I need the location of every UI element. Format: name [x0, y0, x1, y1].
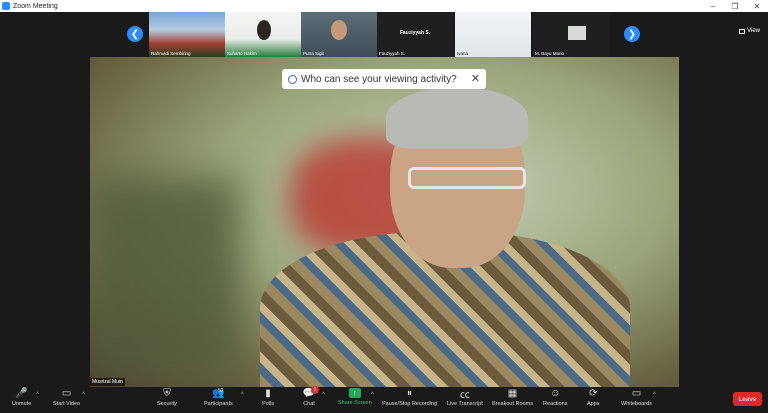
participant-strip: ❮ Rahmadi Sembiring Suharto Hakim Putra … [0, 12, 768, 57]
whiteboard-icon: ▭ [631, 388, 642, 399]
participant-thumbnail[interactable]: Rahmadi Sembiring [149, 12, 225, 57]
chevron-up-icon[interactable]: ^ [653, 392, 656, 398]
grid-icon: ▦ [507, 388, 518, 399]
participant-name: Rahmadi Sembiring [151, 51, 191, 56]
chat-unread-badge: 1 [311, 386, 319, 394]
minimize-button[interactable]: – [702, 0, 724, 12]
breakout-rooms-button[interactable]: ▦ Breakout Rooms [492, 388, 533, 407]
apps-button[interactable]: ⟳ Apps [587, 388, 600, 407]
polls-button[interactable]: ▮ Polls [262, 388, 274, 407]
speaker-hair [386, 87, 528, 149]
participant-name: Ivana [457, 51, 469, 56]
participant-thumbnail[interactable]: Putra Sigit [301, 12, 377, 57]
chevron-up-icon[interactable]: ^ [371, 392, 374, 398]
participant-name: Putra Sigit [303, 51, 324, 56]
participant-video [257, 20, 271, 40]
avatar [568, 26, 586, 40]
pause-stop-icon: ⏸ [407, 388, 413, 399]
close-icon[interactable]: ✕ [471, 72, 480, 85]
chevron-up-icon[interactable]: ^ [241, 392, 244, 398]
speaker-glasses [408, 167, 526, 189]
window-controls: – ❐ ✕ [702, 0, 768, 12]
participant-video [331, 20, 347, 40]
chevron-up-icon[interactable]: ^ [82, 392, 85, 398]
start-video-button[interactable]: ▭ Start Video [53, 388, 80, 407]
view-button[interactable]: View [739, 28, 760, 34]
recording-button[interactable]: ⏸ Pause/Stop Recording [382, 388, 437, 407]
participants-button[interactable]: 👥 52 Participants [204, 388, 233, 407]
security-button[interactable]: ⛨ Security [157, 388, 177, 407]
shield-icon: ⛨ [163, 388, 171, 399]
chat-button[interactable]: 💬 1 Chat [303, 386, 319, 407]
grid-icon [739, 28, 746, 34]
speaker-name-tag: Musrizal Muin [90, 378, 125, 386]
apps-icon: ⟳ [589, 388, 598, 399]
active-speaker-video [90, 57, 679, 387]
whiteboards-button[interactable]: ▭ Whiteboards [621, 388, 652, 407]
participant-name: M. Bayu Mario [535, 51, 565, 56]
close-window-button[interactable]: ✕ [746, 0, 768, 12]
participant-display-name: Fauziyyah S. [399, 30, 431, 36]
video-off-icon: ▭ [61, 388, 72, 399]
muted-microphone-icon: 🎤 [15, 388, 28, 399]
participant-name: Fauziyyah S. [379, 51, 406, 56]
participant-thumbnail[interactable]: M. Bayu Mario [533, 12, 609, 57]
smiley-icon: ☺ [550, 388, 561, 399]
leave-button[interactable]: Leave [733, 392, 762, 406]
meeting-toolbar: 🎤 Unmute ^ ▭ Start Video ^ ⛨ Security 👥 … [0, 386, 768, 413]
reactions-button[interactable]: ☺ Reactions [543, 388, 567, 407]
share-arrow-icon: ↑ [348, 388, 361, 398]
participant-thumbnail[interactable]: Ivana [455, 12, 531, 57]
share-screen-button[interactable]: ↑ Share Screen [338, 388, 372, 406]
viewing-activity-notice[interactable]: Who can see your viewing activity? ✕ [282, 69, 486, 89]
closed-caption-icon: ㏄ [459, 390, 470, 401]
chevron-up-icon[interactable]: ^ [36, 392, 39, 398]
chevron-left-icon[interactable]: ❮ [127, 26, 143, 42]
participant-thumbnail[interactable]: Fauziyyah S. Fauziyyah S. [377, 12, 453, 57]
maximize-button[interactable]: ❐ [724, 0, 746, 12]
title-bar: Zoom Meeting – ❐ ✕ [0, 0, 768, 12]
chevron-up-icon[interactable]: ^ [322, 392, 325, 398]
person-icon [288, 74, 297, 84]
view-label: View [747, 28, 760, 34]
viewing-activity-text: Who can see your viewing activity? [301, 73, 457, 85]
window-title: Zoom Meeting [13, 2, 58, 10]
chevron-right-icon[interactable]: ❯ [624, 26, 640, 42]
participant-name: Suharto Hakim [227, 51, 257, 56]
live-transcript-button[interactable]: ㏄ Live Transcript [447, 388, 483, 407]
zoom-app-icon [2, 2, 10, 10]
participants-count: 52 [218, 388, 224, 394]
participant-thumbnail[interactable]: Suharto Hakim [225, 12, 301, 57]
bar-chart-icon: ▮ [265, 388, 271, 399]
unmute-button[interactable]: 🎤 Unmute [12, 388, 31, 407]
